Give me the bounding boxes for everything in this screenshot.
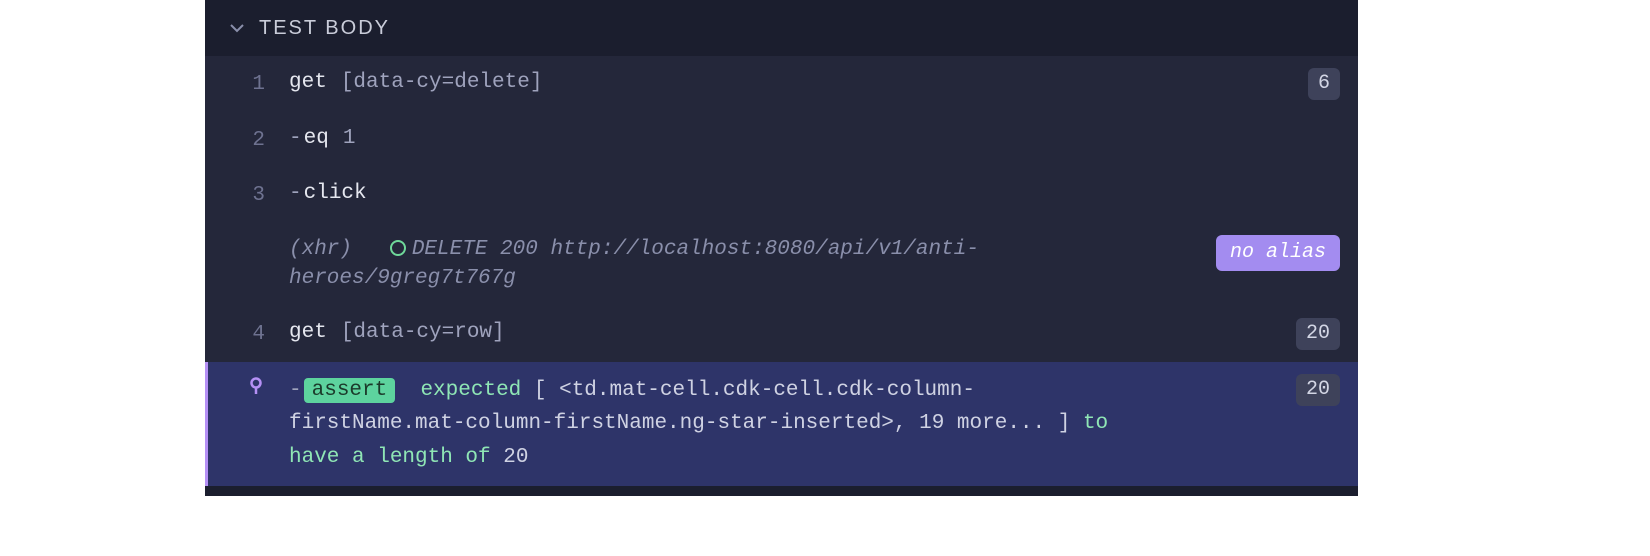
command-arg: 1 bbox=[343, 124, 356, 153]
command-name: eq bbox=[304, 127, 329, 150]
assert-subject: <td.mat-cell.cdk-cell.cdk-column-firstNa… bbox=[289, 379, 1045, 436]
child-prefix: - bbox=[289, 182, 302, 205]
row-number: 4 bbox=[205, 318, 269, 349]
command-name: get bbox=[289, 68, 327, 97]
command-name: get bbox=[289, 318, 327, 347]
count-badge: 6 bbox=[1308, 68, 1340, 100]
row-number: 1 bbox=[205, 68, 269, 99]
assert-value: 20 bbox=[503, 446, 528, 469]
count-badge: 20 bbox=[1296, 318, 1340, 350]
log-row[interactable]: 4 get [data-cy=row] 20 bbox=[205, 306, 1358, 362]
row-number: 3 bbox=[205, 179, 269, 210]
command-log: 1 get [data-cy=delete] 6 2 -eq 1 3 bbox=[205, 56, 1358, 486]
command-selector: [data-cy=delete] bbox=[341, 68, 543, 97]
log-row[interactable]: 3 -click bbox=[205, 167, 1358, 222]
pinned-indicator bbox=[208, 374, 269, 405]
xhr-row[interactable]: (xhr) DELETE 200 http://localhost:8080/a… bbox=[205, 223, 1358, 306]
command-name: click bbox=[304, 182, 367, 205]
command-selector: [data-cy=row] bbox=[341, 318, 505, 347]
section-title: TEST BODY bbox=[259, 14, 390, 42]
assert-row[interactable]: -assert expected [ <td.mat-cell.cdk-cell… bbox=[205, 362, 1358, 487]
child-prefix: - bbox=[289, 379, 302, 402]
section-header[interactable]: TEST BODY bbox=[205, 0, 1358, 56]
assert-bracket-close: ] bbox=[1045, 412, 1070, 435]
xhr-label: (xhr) bbox=[289, 238, 352, 261]
child-prefix: - bbox=[289, 127, 302, 150]
alias-badge: no alias bbox=[1216, 235, 1340, 271]
chevron-down-icon bbox=[229, 20, 245, 36]
log-row[interactable]: 2 -eq 1 bbox=[205, 112, 1358, 167]
count-badge: 20 bbox=[1296, 374, 1340, 406]
pin-icon bbox=[247, 377, 265, 395]
assert-bracket-open: [ bbox=[534, 379, 559, 402]
test-runner-panel: TEST BODY 1 get [data-cy=delete] 6 2 -eq… bbox=[205, 0, 1358, 496]
row-number: 2 bbox=[205, 124, 269, 155]
row-number bbox=[205, 235, 269, 237]
status-circle-icon bbox=[390, 240, 406, 256]
assert-expected-label: expected bbox=[420, 379, 533, 402]
assert-pill: assert bbox=[304, 378, 396, 403]
log-row[interactable]: 1 get [data-cy=delete] 6 bbox=[205, 56, 1358, 112]
